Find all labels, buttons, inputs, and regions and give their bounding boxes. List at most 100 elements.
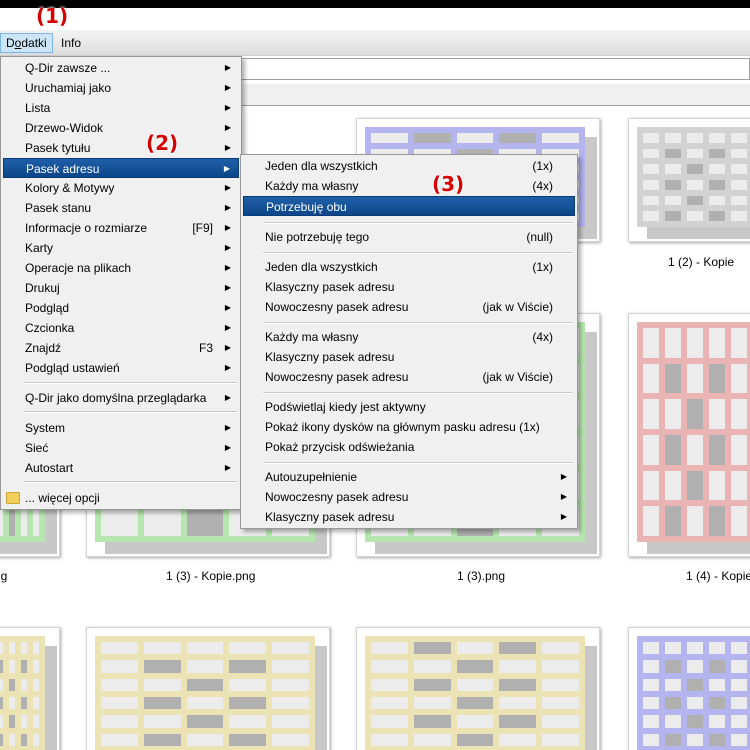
annotation-3: (3) — [432, 172, 465, 196]
menu1-item[interactable]: Pasek tytułu ▶ — [3, 138, 239, 158]
file-thumbnail[interactable] — [628, 118, 750, 242]
menu2-item[interactable]: Nie potrzebuję tego (null) — [243, 227, 575, 247]
chevron-right-icon: ▶ — [560, 512, 567, 521]
chevron-right-icon: ▶ — [224, 393, 231, 402]
menu-item-label: Q-Dir jako domyślna przeglądarka — [25, 391, 207, 405]
chevron-right-icon: ▶ — [224, 263, 231, 272]
menu1-item[interactable]: Q-Dir zawsze ... ▶ — [3, 58, 239, 78]
menu-info[interactable]: Info — [56, 33, 86, 53]
chevron-right-icon: ▶ — [223, 164, 230, 173]
menu-item-label: Klasyczny pasek adresu — [265, 280, 395, 294]
menu-item-label: Nowoczesny pasek adresu — [265, 490, 409, 504]
menu2-item[interactable]: Klasyczny pasek adresu — [243, 277, 575, 297]
menu-dodatki-label: Dodatki — [6, 36, 47, 50]
menu-item-label: Pokaż ikony dysków na głównym pasku adre… — [265, 420, 540, 434]
menu1-item[interactable]: Znajdź F3 ▶ — [3, 338, 239, 358]
menu2-item[interactable]: Każdy ma własny (4x) — [243, 176, 575, 196]
menu1-item[interactable]: Sieć ▶ — [3, 438, 239, 458]
chevron-right-icon: ▶ — [224, 443, 231, 452]
menu-item-label: Autostart — [25, 461, 74, 475]
annotation-2: (2) — [146, 131, 179, 155]
chevron-right-icon: ▶ — [224, 123, 231, 132]
menu2-item[interactable]: Klasyczny pasek adresu ▶ — [243, 507, 575, 527]
menu2-item[interactable]: Jeden dla wszystkich (1x) — [243, 257, 575, 277]
menu1-item[interactable]: Pasek stanu ▶ — [3, 198, 239, 218]
menu2-item[interactable]: Podświetlaj kiedy jest aktywny — [243, 397, 575, 417]
menu2-item[interactable]: Nowoczesny pasek adresu ▶ — [243, 487, 575, 507]
menu-item-shortcut: (4x) — [532, 179, 553, 193]
menu-item-label: Podświetlaj kiedy jest aktywny — [265, 400, 426, 414]
chevron-right-icon: ▶ — [560, 472, 567, 481]
menu-item-shortcut: (null) — [526, 230, 553, 244]
menu1-item[interactable]: Podgląd ustawień ▶ — [3, 358, 239, 378]
menu2-item[interactable]: Autouzupełnienie ▶ — [243, 467, 575, 487]
menu-dodatki[interactable]: Dodatki — [0, 33, 53, 53]
menu2-item[interactable]: Pokaż ikony dysków na głównym pasku adre… — [243, 417, 575, 437]
menu1-item[interactable]: Karty ▶ — [3, 238, 239, 258]
menu-item-shortcut: F3 — [198, 341, 213, 355]
menu1-item[interactable]: Q-Dir jako domyślna przeglądarka ▶ — [3, 388, 239, 408]
menu-item-shortcut: (1x) — [532, 260, 553, 274]
menu1-item[interactable]: Lista ▶ — [3, 98, 239, 118]
file-thumbnail[interactable] — [86, 627, 330, 750]
menu-item-label: Klasyczny pasek adresu — [265, 350, 395, 364]
menu-item-label: Każdy ma własny — [265, 179, 359, 193]
chevron-right-icon: ▶ — [224, 143, 231, 152]
menu1-item[interactable]: Czcionka ▶ — [3, 318, 239, 338]
file-caption: ng — [0, 569, 8, 583]
menu1-item[interactable]: Uruchamiaj jako ▶ — [3, 78, 239, 98]
chevron-right-icon: ▶ — [224, 103, 231, 112]
menu-item-label: Lista — [25, 101, 51, 115]
chevron-right-icon: ▶ — [224, 363, 231, 372]
file-caption: 1 (4) - Kopie — [686, 569, 750, 583]
menu-item-label: Pasek stanu — [25, 201, 92, 215]
menu2-item[interactable]: Klasyczny pasek adresu — [243, 347, 575, 367]
menu1-item[interactable]: Kolory & Motywy ▶ — [3, 178, 239, 198]
menu2-item[interactable]: Pokaż przycisk odświeżania — [243, 437, 575, 457]
menu2-item[interactable]: Każdy ma własny (4x) — [243, 327, 575, 347]
menu-item-label: Informacje o rozmiarze — [25, 221, 148, 235]
menu-separator — [263, 462, 573, 464]
menu2-item[interactable]: Potrzebuję obu — [243, 196, 575, 216]
file-thumbnail[interactable] — [628, 627, 750, 750]
menu2-item[interactable]: Nowoczesny pasek adresu (jak w Viście) — [243, 297, 575, 317]
menu1-item[interactable]: ... więcej opcji — [3, 488, 239, 508]
file-caption: 1 (2) - Kopie — [668, 255, 735, 269]
address-bar[interactable] — [240, 58, 750, 80]
menu1-item[interactable]: Drukuj ▶ — [3, 278, 239, 298]
menu1-item[interactable]: Drzewo-Widok ▶ — [3, 118, 239, 138]
menu2-item[interactable]: Nowoczesny pasek adresu (jak w Viście) — [243, 367, 575, 387]
chevron-right-icon: ▶ — [224, 223, 231, 232]
menu2-item[interactable]: Jeden dla wszystkich (1x) — [243, 156, 575, 176]
menu1-item[interactable]: Autostart ▶ — [3, 458, 239, 478]
menu-item-label: Sieć — [25, 441, 49, 455]
menu-item-label: System — [25, 421, 66, 435]
file-thumbnail[interactable] — [628, 313, 750, 557]
chevron-right-icon: ▶ — [224, 183, 231, 192]
menu1-item[interactable]: Pasek adresu ▶ — [3, 158, 239, 178]
menu-item-label: Pasek adresu — [26, 162, 100, 176]
menu-item-label: Podgląd — [25, 301, 70, 315]
menu-item-label: Pokaż przycisk odświeżania — [265, 440, 415, 454]
chevron-right-icon: ▶ — [224, 243, 231, 252]
menu-item-label: Q-Dir zawsze ... — [25, 61, 111, 75]
menu-item-label: Znajdź — [25, 341, 62, 355]
menu-item-label: Autouzupełnienie — [265, 470, 358, 484]
menu-bar: Dodatki Info — [0, 30, 750, 56]
menu-separator — [263, 222, 573, 224]
chevron-right-icon: ▶ — [224, 283, 231, 292]
file-thumbnail[interactable] — [356, 627, 600, 750]
menu-separator — [23, 382, 237, 384]
file-thumbnail[interactable] — [0, 627, 60, 750]
file-caption: 1 (3) - Kopie.png — [166, 569, 256, 583]
annotation-1: (1) — [36, 4, 69, 28]
menu1-item[interactable]: Podgląd ▶ — [3, 298, 239, 318]
menu-item-shortcut: (1x) — [532, 159, 553, 173]
menu1-item[interactable]: System ▶ — [3, 418, 239, 438]
menu-item-label: Drzewo-Widok — [25, 121, 104, 135]
menu-item-shortcut: (jak w Viście) — [482, 370, 553, 384]
menu1-item[interactable]: Informacje o rozmiarze [F9] ▶ — [3, 218, 239, 238]
menu1-item[interactable]: Operacje na plikach ▶ — [3, 258, 239, 278]
menu-item-label: Operacje na plikach — [25, 261, 132, 275]
toolbar-strip — [240, 84, 750, 106]
